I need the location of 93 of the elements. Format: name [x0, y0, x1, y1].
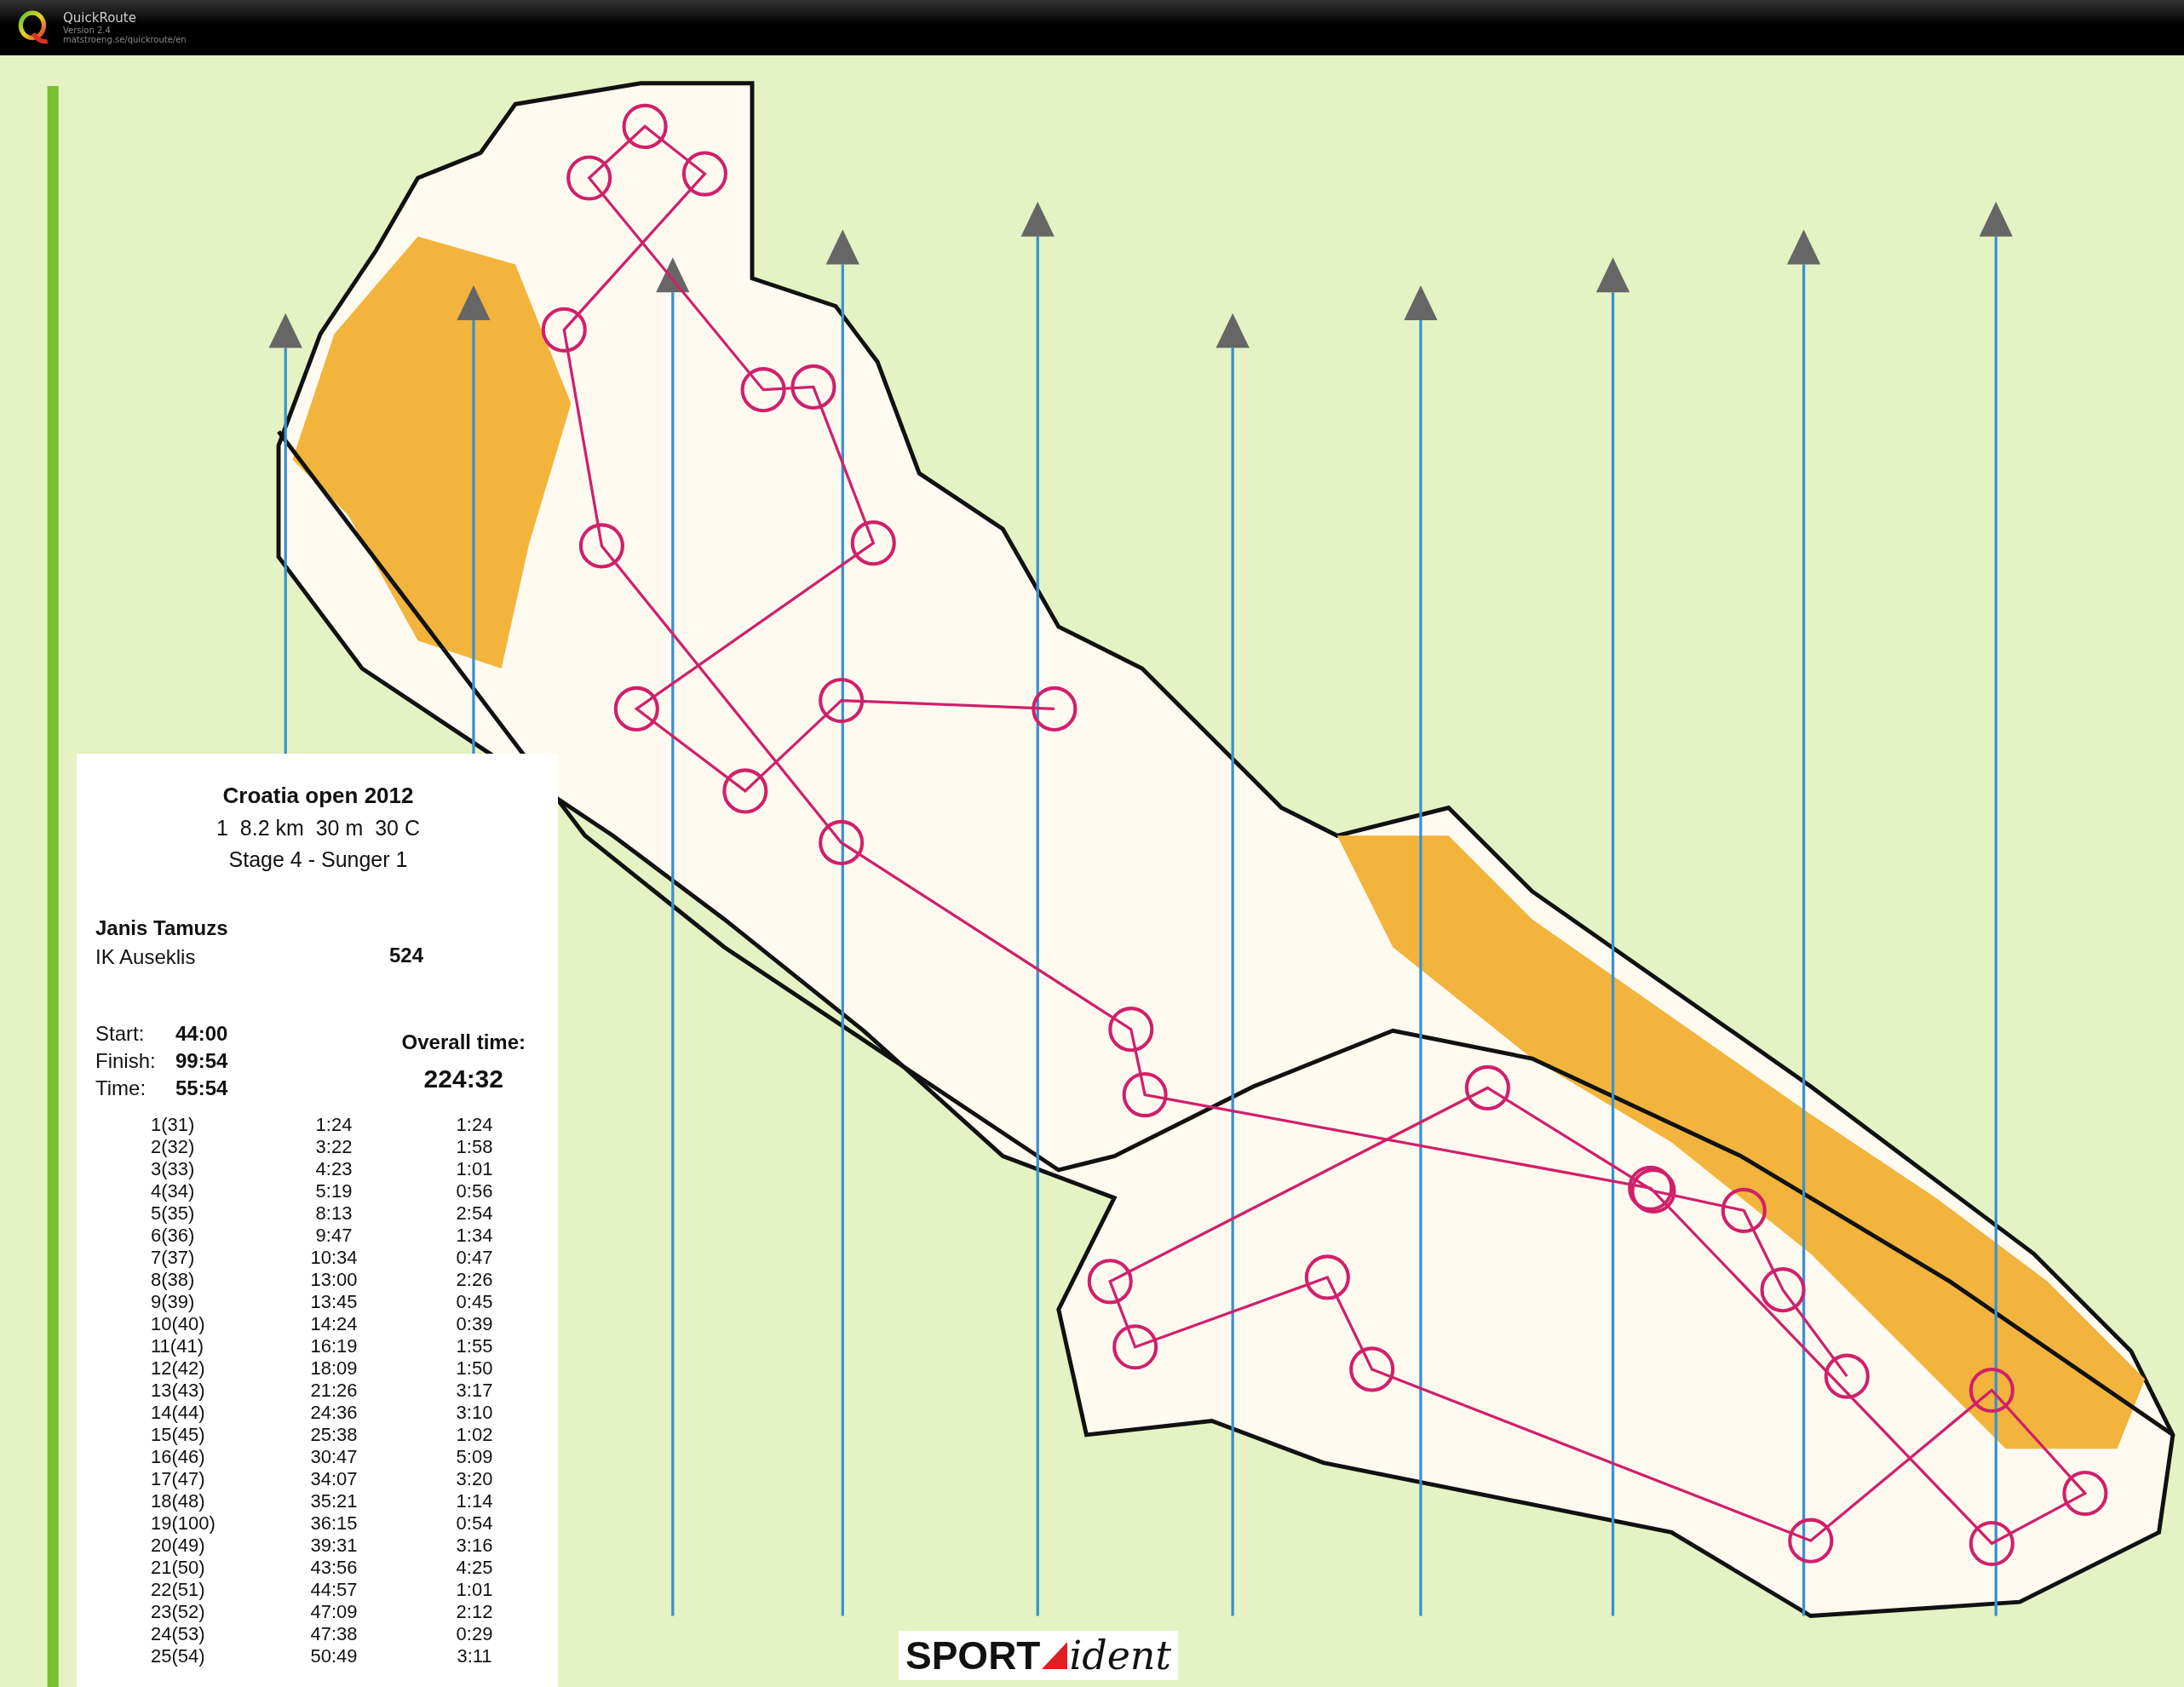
- control-cell-text: 8(38): [150, 1269, 196, 1291]
- event-title: Croatia open 2012: [222, 783, 414, 809]
- elapsed-time-cell-text: 18:09: [309, 1357, 359, 1380]
- leg-time-cell-text: 3:17: [455, 1380, 494, 1402]
- leg-time-cell-text: 3:10: [455, 1402, 494, 1424]
- elapsed-time-cell-text: 13:00: [309, 1269, 359, 1291]
- time-label: Time:: [95, 1076, 147, 1100]
- leg-time-cell-text: 0:47: [455, 1247, 494, 1269]
- leg-time-cell-text: 1:34: [455, 1225, 494, 1247]
- leg-time-cell-text: 1:01: [455, 1158, 494, 1180]
- app-name: QuickRoute: [63, 11, 137, 26]
- elapsed-time-cell-text: 8:13: [314, 1202, 353, 1225]
- leg-time-cell-text: 0:29: [455, 1623, 494, 1645]
- control-cell-text: 12(42): [150, 1357, 206, 1380]
- bib-number: 524: [389, 944, 424, 967]
- elapsed-time-cell-text: 30:47: [309, 1446, 359, 1468]
- elapsed-time-cell-text: 35:21: [309, 1490, 359, 1512]
- control-cell-text: 9(39): [150, 1291, 196, 1313]
- leg-time-cell-text: 0:56: [455, 1180, 494, 1202]
- elapsed-time-cell-text: 5:19: [314, 1180, 353, 1202]
- control-cell-text: 6(36): [150, 1225, 196, 1247]
- control-cell-text: 3(33): [150, 1158, 196, 1180]
- elapsed-time-cell-text: 34:07: [309, 1468, 359, 1490]
- elapsed-time-cell-text: 24:36: [309, 1402, 359, 1424]
- control-cell-text: 22(51): [150, 1579, 206, 1601]
- elapsed-time-cell-text: 44:57: [309, 1579, 359, 1601]
- control-cell-text: 4(34): [150, 1180, 196, 1202]
- control-cell-text: 25(54): [150, 1645, 206, 1667]
- elapsed-time-cell-text: 25:38: [309, 1424, 359, 1446]
- control-cell-text: 16(46): [150, 1446, 206, 1468]
- leg-time-cell-text: 3:11: [456, 1645, 493, 1667]
- overall-label: Overall time:: [401, 1030, 526, 1054]
- control-cell-text: 1(31): [150, 1114, 196, 1136]
- control-cell-text: 21(50): [150, 1557, 206, 1579]
- leg-time-cell-text: 1:24: [455, 1114, 494, 1136]
- elapsed-time-cell-text: 10:34: [309, 1247, 359, 1269]
- leg-time-cell-text: 1:50: [455, 1357, 494, 1380]
- control-cell-text: 5(35): [150, 1202, 196, 1225]
- leg-time-cell-text: 2:54: [455, 1202, 494, 1225]
- leg-time-cell-text: 2:26: [455, 1269, 494, 1291]
- leg-time-cell-text: 1:01: [455, 1579, 494, 1601]
- elapsed-time-cell-text: 47:09: [309, 1601, 359, 1623]
- time-value: 55:54: [175, 1076, 228, 1100]
- control-cell-text: 19(100): [150, 1512, 216, 1535]
- elapsed-time-cell-text: 50:49: [309, 1645, 359, 1667]
- runner-name: Janis Tamuzs: [95, 916, 229, 940]
- app-url: matstroeng.se/quickroute/en: [63, 34, 187, 44]
- elapsed-time-cell-text: 13:45: [309, 1291, 359, 1313]
- course-info: 1 8.2 km 30 m 30 C: [216, 816, 420, 841]
- leg-time-cell-text: 2:12: [455, 1601, 494, 1623]
- control-cell-text: 24(53): [150, 1623, 206, 1645]
- control-cell-text: 17(47): [150, 1468, 206, 1490]
- leg-time-cell-text: 0:45: [455, 1291, 494, 1313]
- time-value: 44:00: [175, 1022, 228, 1046]
- leg-time-cell-text: 1:55: [455, 1335, 494, 1357]
- leg-time-cell-text: 3:16: [455, 1535, 494, 1557]
- club-name: IK Auseklis: [95, 945, 197, 969]
- control-cell-text: 18(48): [150, 1490, 206, 1512]
- leg-time-cell-text: 0:54: [455, 1512, 494, 1535]
- elapsed-time-cell-text: 16:19: [309, 1335, 359, 1357]
- leg-time-cell-text: 1:14: [455, 1490, 494, 1512]
- time-label: Start:: [95, 1022, 146, 1046]
- elapsed-time-cell-text: 47:38: [309, 1623, 359, 1645]
- elapsed-time-cell-text: 36:15: [309, 1512, 359, 1535]
- leg-time-cell-text: 0:39: [455, 1313, 494, 1335]
- leg-time-cell-text: 3:20: [455, 1468, 494, 1490]
- control-cell-text: 14(44): [150, 1402, 206, 1424]
- sponsor-logo: SPORT ident: [899, 1631, 1178, 1680]
- elapsed-time-cell-text: 3:22: [314, 1136, 353, 1158]
- control-cell-text: 7(37): [150, 1247, 196, 1269]
- control-cell-text: 15(45): [150, 1424, 206, 1446]
- elapsed-time-cell-text: 4:23: [314, 1158, 353, 1180]
- control-cell-text: 2(32): [150, 1136, 196, 1158]
- control-cell-text: 10(40): [150, 1313, 206, 1335]
- control-cell-text: 20(49): [150, 1535, 206, 1557]
- elapsed-time-cell-text: 9:47: [314, 1225, 353, 1247]
- leg-time-cell-text: 1:58: [455, 1136, 494, 1158]
- leg-time-cell-text: 5:09: [455, 1446, 494, 1468]
- elapsed-time-cell-text: 43:56: [309, 1557, 359, 1579]
- control-cell-text: 11(41): [150, 1335, 204, 1357]
- leg-time-cell-text: 4:25: [455, 1557, 494, 1579]
- stage-name: Stage 4 - Sunger 1: [228, 847, 408, 872]
- control-cell-text: 13(43): [150, 1380, 206, 1402]
- elapsed-time-cell-text: 14:24: [309, 1313, 359, 1335]
- app-version: Version 2.4: [63, 25, 112, 35]
- elapsed-time-cell-text: 1:24: [314, 1114, 353, 1136]
- leg-time-cell-text: 1:02: [455, 1424, 494, 1446]
- time-value: 99:54: [175, 1049, 228, 1073]
- control-cell-text: 23(52): [150, 1601, 206, 1623]
- elapsed-time-cell-text: 21:26: [309, 1380, 359, 1402]
- time-label: Finish:: [95, 1049, 157, 1073]
- elapsed-time-cell-text: 39:31: [309, 1535, 359, 1557]
- overall-time: 224:32: [423, 1064, 503, 1093]
